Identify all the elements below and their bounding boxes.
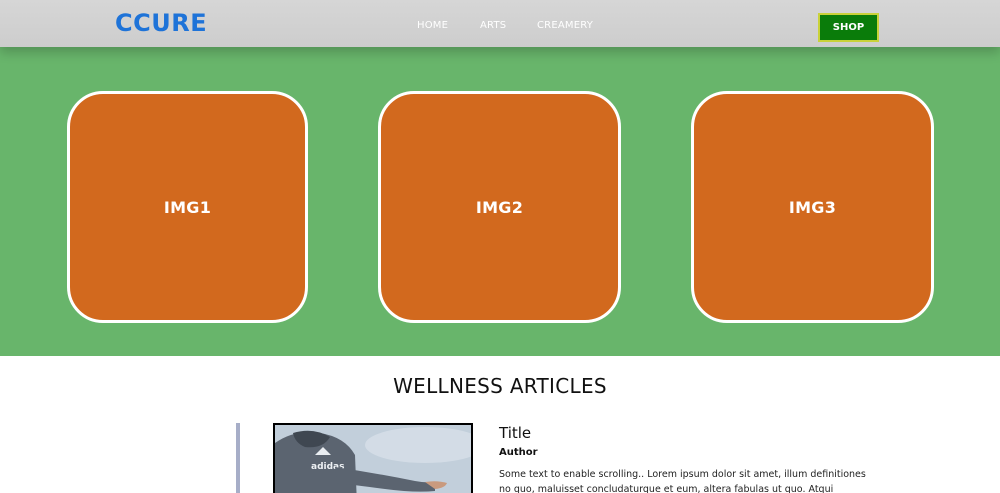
athlete-photo-illustration: adidas [275,425,471,493]
nav-link-home[interactable]: HOME [417,20,448,31]
nav-link-arts[interactable]: ARTS [480,20,506,31]
article-accent-bar [236,423,240,493]
article-photo[interactable]: adidas [273,423,473,493]
article-title[interactable]: Title [499,424,531,442]
top-header: CCURE HOME ARTS CREAMERY SHOP [0,0,1000,47]
image-tile-3[interactable]: IMG3 [691,91,934,323]
article-excerpt: Some text to enable scrolling.. Lorem ip… [499,469,866,493]
hero-banner: IMG1 IMG2 IMG3 [0,47,1000,356]
article-author: Author [499,447,538,458]
image-tile-2[interactable]: IMG2 [378,91,621,323]
section-title: WELLNESS ARTICLES [393,374,607,398]
image-tile-1[interactable]: IMG1 [67,91,308,323]
nav-link-creamery[interactable]: CREAMERY [537,20,593,31]
shop-button[interactable]: SHOP [818,13,879,42]
